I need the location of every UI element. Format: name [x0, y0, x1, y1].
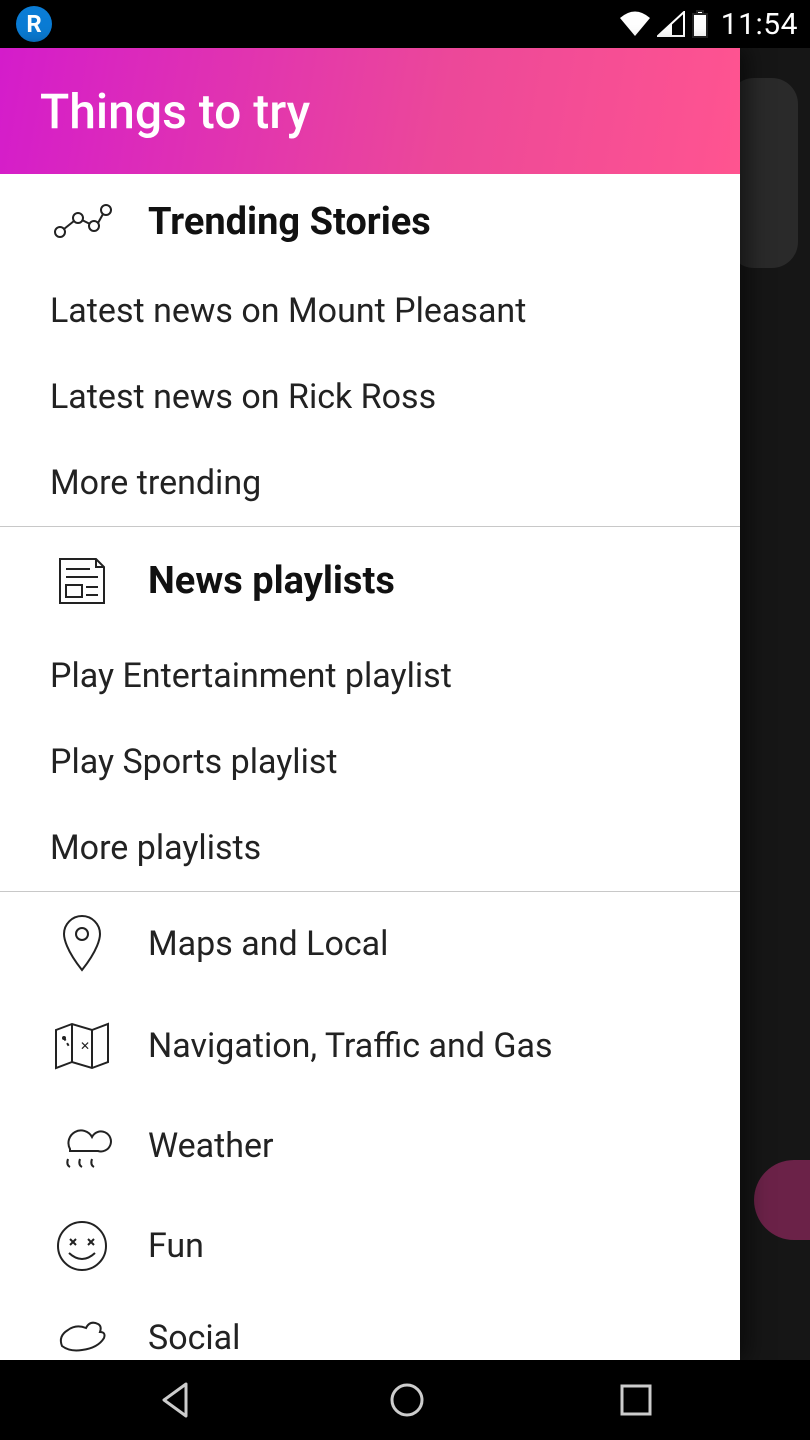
android-nav-bar	[0, 1360, 810, 1440]
category-fun[interactable]: Fun	[0, 1196, 740, 1296]
category-social[interactable]: Social	[0, 1296, 740, 1358]
category-weather[interactable]: Weather	[0, 1096, 740, 1196]
newspaper-icon	[50, 553, 114, 609]
section-news-playlists: News playlists Play Entertainment playli…	[0, 527, 740, 892]
category-maps[interactable]: Maps and Local	[0, 892, 740, 996]
status-bar: R 11:54	[0, 0, 810, 48]
category-label: Social	[148, 1318, 240, 1358]
trend-icon	[50, 204, 114, 240]
rain-icon	[50, 1119, 114, 1173]
section-news-title: News playlists	[148, 559, 395, 603]
drawer-title: Things to try	[40, 83, 310, 140]
playlist-item-label: Play Entertainment playlist	[50, 656, 452, 696]
pin-icon	[50, 914, 114, 974]
battery-icon	[691, 10, 709, 38]
category-label: Weather	[148, 1126, 274, 1166]
category-label: Maps and Local	[148, 924, 388, 964]
bird-icon	[50, 1318, 114, 1358]
side-drawer: Things to try Trending Stories Latest ne…	[0, 48, 740, 1360]
wifi-icon	[619, 11, 651, 37]
playlist-item-2[interactable]: More playlists	[0, 805, 740, 891]
drawer-header: Things to try	[0, 48, 740, 174]
cell-signal-icon	[657, 11, 685, 37]
smile-icon	[50, 1219, 114, 1273]
nav-home-icon[interactable]	[387, 1380, 427, 1420]
section-categories: Maps and Local ✕ Navigation, Traffic and…	[0, 892, 740, 1358]
playlist-item-0[interactable]: Play Entertainment playlist	[0, 633, 740, 719]
drawer-body: Trending Stories Latest news on Mount Pl…	[0, 174, 740, 1360]
trending-item-label: Latest news on Rick Ross	[50, 377, 436, 417]
trending-item-label: More trending	[50, 463, 261, 503]
section-trending: Trending Stories Latest news on Mount Pl…	[0, 174, 740, 527]
category-navigation[interactable]: ✕ Navigation, Traffic and Gas	[0, 996, 740, 1096]
nav-recent-icon[interactable]	[618, 1382, 654, 1418]
playlist-item-label: More playlists	[50, 828, 261, 868]
trending-item-1[interactable]: Latest news on Rick Ross	[0, 354, 740, 440]
svg-text:✕: ✕	[80, 1039, 90, 1053]
app-badge: R	[16, 6, 52, 42]
category-label: Navigation, Traffic and Gas	[148, 1026, 553, 1066]
fab-button[interactable]	[754, 1160, 810, 1240]
trending-item-2[interactable]: More trending	[0, 440, 740, 526]
section-news-header: News playlists	[0, 527, 740, 633]
trending-item-label: Latest news on Mount Pleasant	[50, 291, 526, 331]
section-trending-header: Trending Stories	[0, 174, 740, 268]
section-trending-title: Trending Stories	[148, 200, 431, 244]
category-label: Fun	[148, 1226, 204, 1266]
nav-back-icon[interactable]	[156, 1380, 196, 1420]
map-icon: ✕	[50, 1020, 114, 1072]
status-clock: 11:54	[721, 7, 798, 42]
playlist-item-1[interactable]: Play Sports playlist	[0, 719, 740, 805]
trending-item-0[interactable]: Latest news on Mount Pleasant	[0, 268, 740, 354]
playlist-item-label: Play Sports playlist	[50, 742, 338, 782]
